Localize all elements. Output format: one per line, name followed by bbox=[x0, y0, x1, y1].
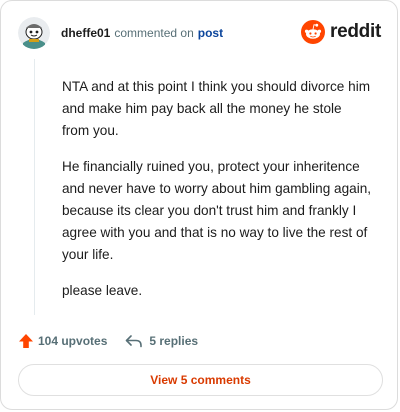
comment-card: dheffe01 commented on post reddit NTA an… bbox=[0, 0, 398, 410]
comment-paragraph: please leave. bbox=[62, 283, 143, 298]
upvote-button[interactable]: 104 upvotes bbox=[18, 333, 107, 349]
view-comments-button[interactable]: View 5 comments bbox=[18, 364, 383, 396]
upvote-arrow-icon bbox=[19, 334, 33, 348]
reddit-logo-icon bbox=[301, 20, 326, 44]
reddit-brand[interactable]: reddit bbox=[301, 20, 381, 44]
reply-arrow-icon bbox=[126, 335, 143, 348]
replies-count: 5 replies bbox=[149, 334, 199, 348]
username[interactable]: dheffe01 bbox=[61, 26, 110, 40]
user-avatar[interactable] bbox=[18, 17, 50, 49]
post-link[interactable]: post bbox=[198, 26, 223, 40]
comment-actions: 104 upvotes 5 replies bbox=[18, 331, 198, 351]
commented-on-text: commented on bbox=[114, 26, 194, 40]
comment-header: dheffe01 commented on post bbox=[18, 17, 223, 49]
upvote-count: 104 upvotes bbox=[38, 334, 108, 348]
comment-body: NTA and at this point I think you should… bbox=[62, 76, 372, 316]
comment-paragraph: NTA and at this point I think you should… bbox=[62, 79, 371, 138]
view-comments-label: View 5 comments bbox=[150, 373, 251, 387]
snoo-avatar-icon bbox=[18, 17, 50, 49]
reddit-wordmark: reddit bbox=[330, 21, 381, 42]
comment-paragraph: He financially ruined you, protect your … bbox=[62, 159, 372, 262]
comment-meta: dheffe01 commented on post bbox=[61, 26, 223, 40]
replies-button[interactable]: 5 replies bbox=[125, 334, 198, 348]
thread-line bbox=[34, 59, 35, 315]
